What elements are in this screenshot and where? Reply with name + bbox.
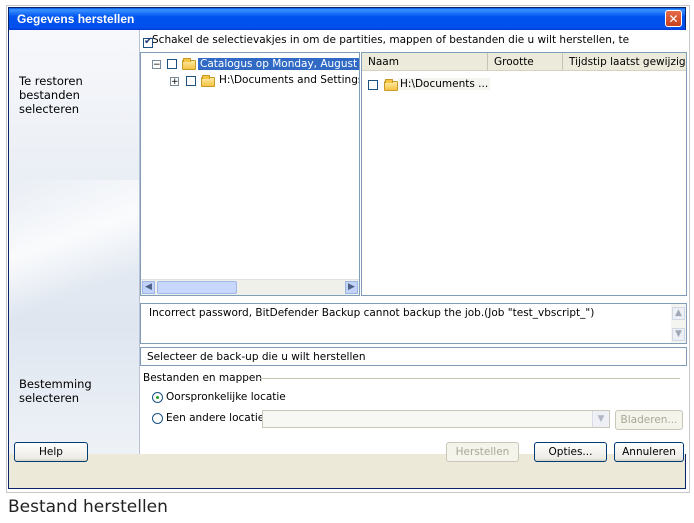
files-folders-group-label: Bestanden en mappen xyxy=(143,372,263,384)
tree-item-checkbox[interactable] xyxy=(167,59,177,69)
original-location-radio[interactable] xyxy=(152,392,163,403)
column-header-name[interactable]: Naam xyxy=(362,53,488,71)
vertical-scrollbar[interactable]: ▲ ▼ xyxy=(671,304,686,343)
scroll-right-icon[interactable]: ▶ xyxy=(345,281,358,294)
other-location-input[interactable]: ▼ xyxy=(262,410,610,428)
tree-panel[interactable]: − Catalogus op Monday, August 31, + H:\D… xyxy=(140,52,360,296)
select-backup-field[interactable]: Selecteer de back-up die u wilt herstell… xyxy=(140,347,687,366)
select-backup-label: Selecteer de back-up die u wilt herstell… xyxy=(147,351,366,363)
column-header-modified[interactable]: Tijdstip laatst gewijzigd xyxy=(563,53,686,71)
column-header-size[interactable]: Grootte xyxy=(488,53,563,71)
other-location-radio[interactable] xyxy=(152,413,163,424)
window-title: Gegevens herstellen xyxy=(17,12,135,26)
list-item[interactable]: H:\Documents ... xyxy=(398,78,491,90)
original-location-label[interactable]: Oorspronkelijke locatie xyxy=(166,391,286,403)
restore-button[interactable]: Herstellen xyxy=(446,442,519,462)
scroll-left-icon[interactable]: ◀ xyxy=(142,281,155,294)
collapse-icon[interactable]: − xyxy=(152,60,161,70)
title-bar[interactable]: Gegevens herstellen ✕ xyxy=(9,8,685,30)
help-button[interactable]: Help xyxy=(14,442,88,462)
sidebar-step-destination: Bestemming selecteren xyxy=(19,377,92,405)
browse-button[interactable]: Bladeren... xyxy=(615,410,683,430)
image-caption: Bestand herstellen xyxy=(8,497,168,517)
instruction-text: Schakel de selectievakjes in om de parti… xyxy=(152,34,630,46)
folder-open-icon xyxy=(182,58,196,70)
horizontal-scrollbar[interactable]: ◀ ▶ xyxy=(141,279,359,295)
group-divider xyxy=(260,378,680,379)
tree-item-catalog[interactable]: Catalogus op Monday, August 31, xyxy=(198,58,359,70)
other-location-label[interactable]: Een andere locatie: xyxy=(166,412,268,424)
status-message: Incorrect password, BitDefender Backup c… xyxy=(149,307,595,319)
tree-item-documents[interactable]: H:\Documents and Settings\ar xyxy=(219,74,359,86)
expand-icon[interactable]: + xyxy=(170,77,179,87)
file-list-panel[interactable]: Naam Grootte Tijdstip laatst gewijzigd H… xyxy=(361,52,687,296)
scroll-up-icon[interactable]: ▲ xyxy=(672,307,685,320)
scrollbar-thumb[interactable] xyxy=(157,281,237,294)
close-icon[interactable]: ✕ xyxy=(665,10,682,27)
list-row-checkbox[interactable] xyxy=(368,80,378,90)
folder-icon xyxy=(384,79,398,91)
options-button[interactable]: Opties... xyxy=(534,442,607,462)
tree-item-checkbox[interactable] xyxy=(186,76,196,86)
folder-icon xyxy=(201,75,215,87)
chevron-down-icon[interactable]: ▼ xyxy=(592,411,609,427)
scroll-down-icon[interactable]: ▼ xyxy=(672,328,685,341)
cancel-button[interactable]: Annuleren xyxy=(614,442,684,462)
sidebar-step-select-files: Te restoren bestanden selecteren xyxy=(19,74,83,116)
sidebar: Te restoren bestanden selecteren Bestemm… xyxy=(9,30,140,454)
sidebar-decoration xyxy=(9,180,139,330)
status-message-box: Incorrect password, BitDefender Backup c… xyxy=(140,303,687,344)
